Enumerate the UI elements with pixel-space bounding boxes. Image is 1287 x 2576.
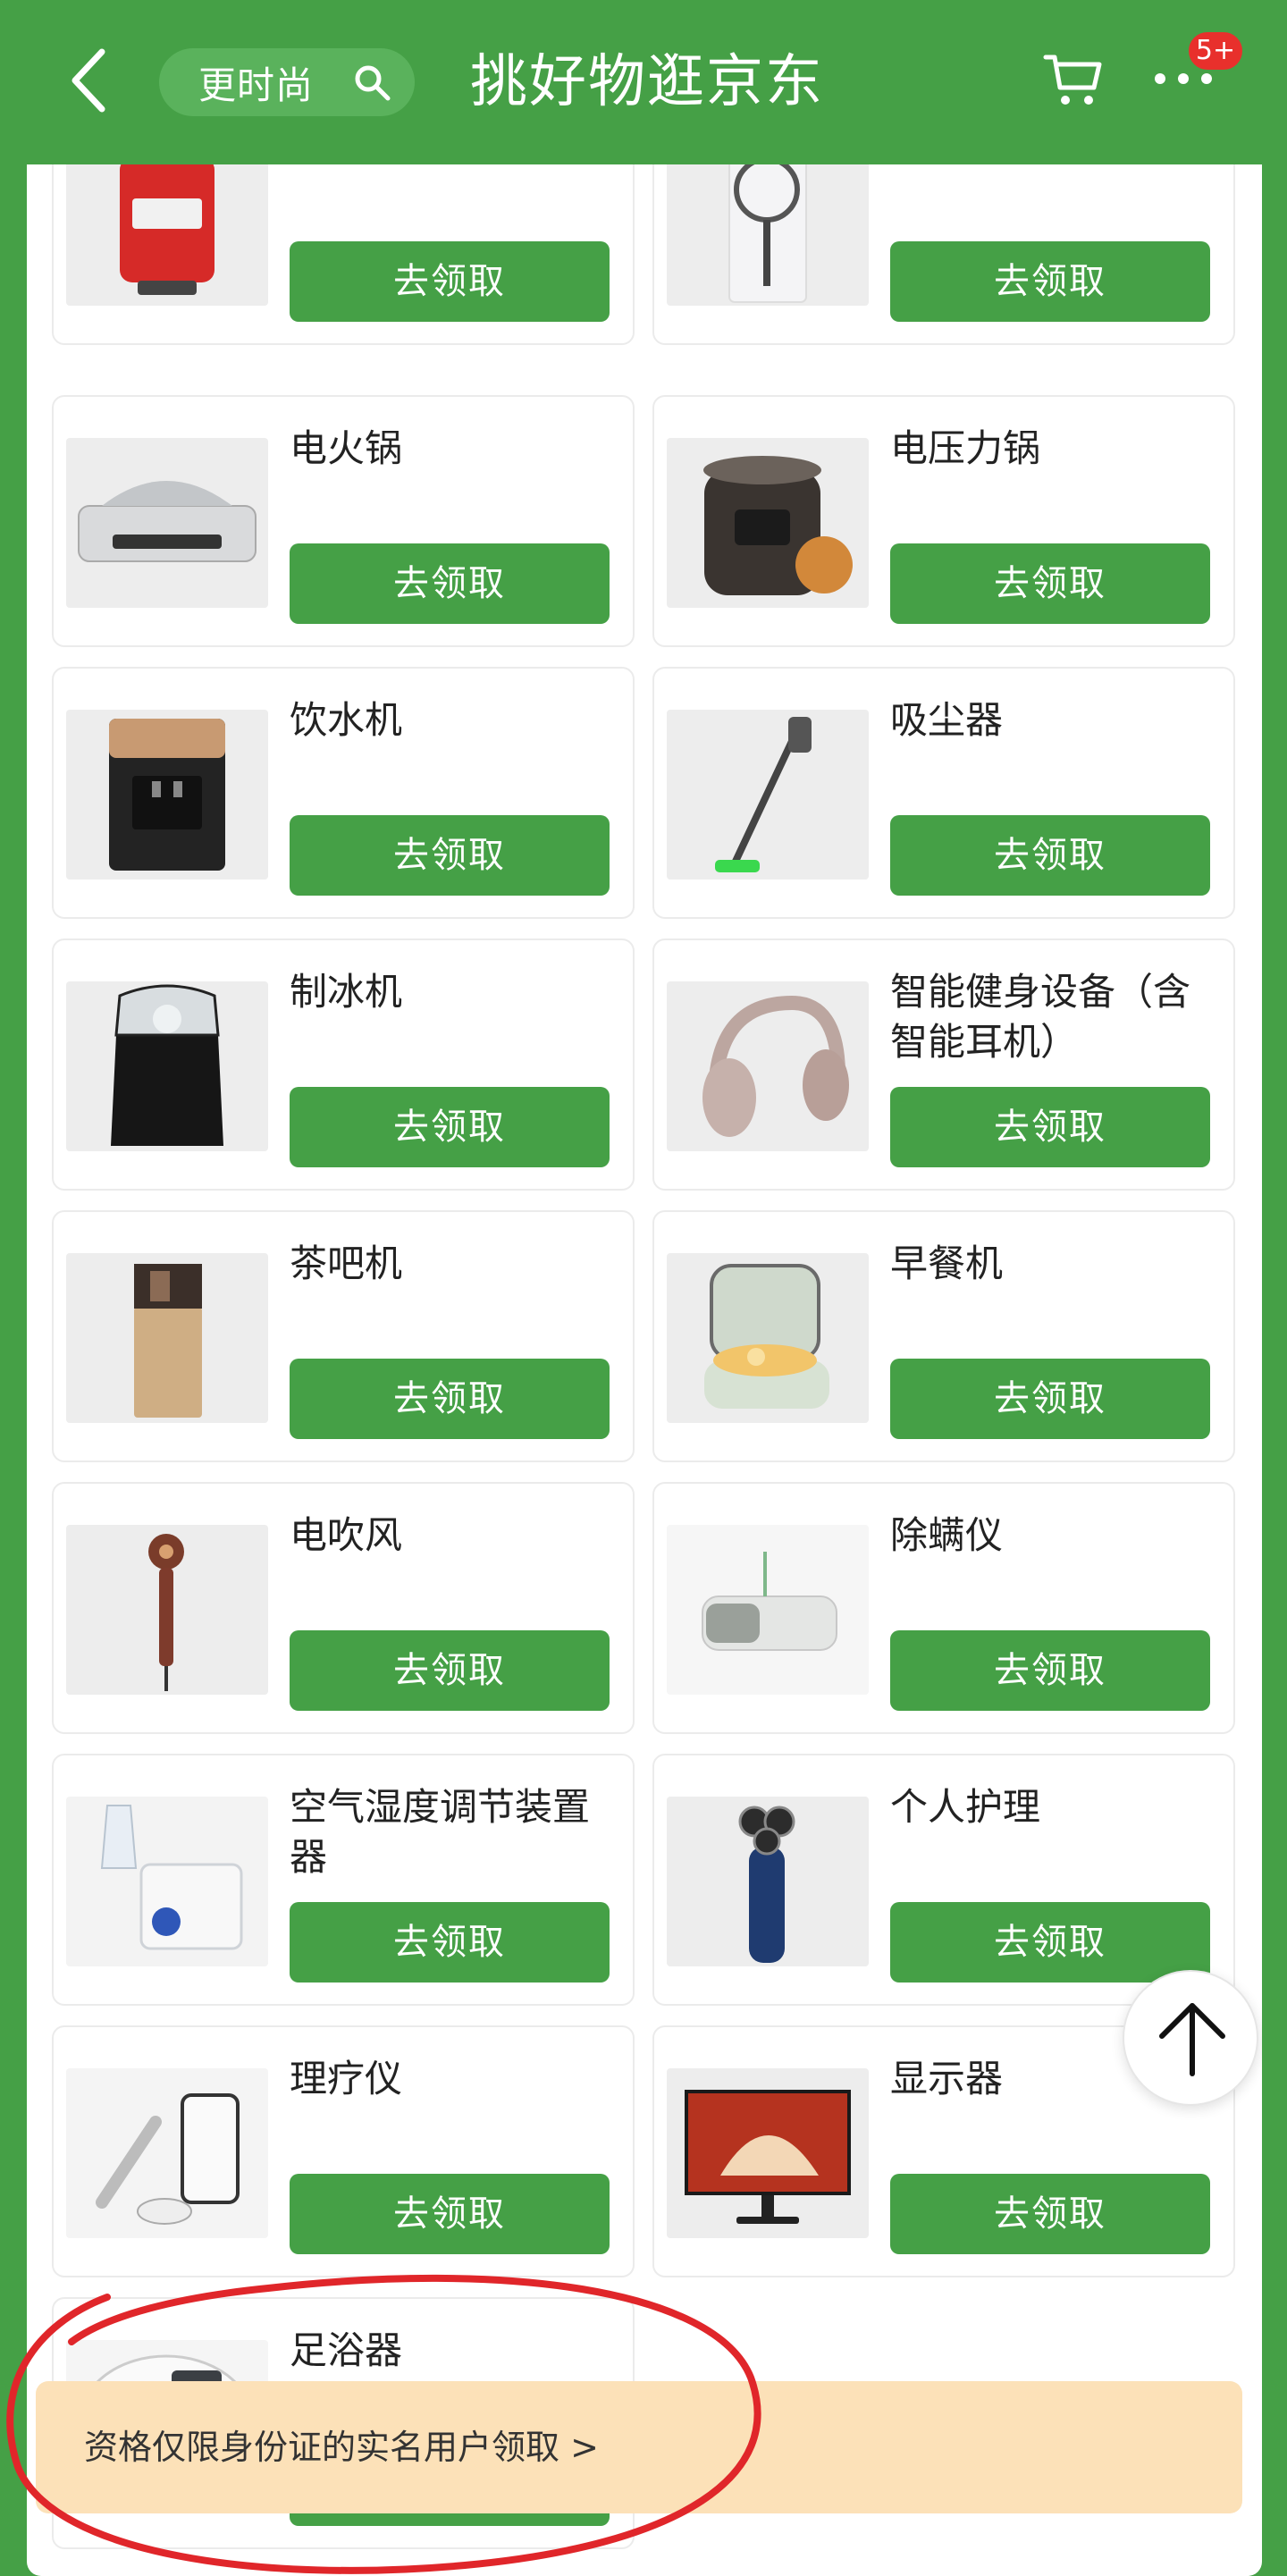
product-name: 除螨仪 [890,1513,1004,1557]
product-card: 早餐机 去领取 [652,1210,1235,1462]
claim-button[interactable]: 去领取 [290,241,610,322]
pressure-cooker-image [667,438,869,608]
product-name: 制冰机 [290,970,403,1014]
headphones-image [667,981,869,1151]
shaver-image [667,1797,869,1966]
cart-badge: 5+ [1185,29,1246,73]
tea-bar-machine-image [66,1253,268,1423]
product-name: 电压力锅 [890,426,1041,470]
search-icon [355,65,391,101]
claim-button[interactable]: 去领取 [290,1087,610,1167]
product-card: 饮水机 去领取 [52,667,635,919]
top-bar: 更时尚 挑好物逛京东 5+ [0,0,1287,164]
search-pill[interactable]: 更时尚 [159,48,415,116]
electric-hotpot-image [66,438,268,608]
product-name: 吸尘器 [890,698,1004,742]
claim-button[interactable]: 去领取 [290,1630,610,1711]
search-label: 更时尚 [198,63,315,107]
product-name: 茶吧机 [290,1242,403,1285]
claim-button[interactable]: 去领取 [290,2174,610,2254]
product-name: 电吹风 [290,1513,403,1557]
eligibility-notice[interactable]: 资格仅限身份证的实名用户领取 > [36,2381,1242,2513]
water-dispenser-image [66,710,268,880]
product-card: 个人护理 去领取 [652,1754,1235,2006]
product-card: 电吹风 去领取 [52,1482,635,1734]
product-card: 除螨仪 去领取 [652,1482,1235,1734]
product-card: 茶吧机 去领取 [52,1210,635,1462]
product-name: 垃圾处理器 [290,164,620,172]
claim-button[interactable]: 去领取 [890,543,1210,624]
humidifier-image [66,1797,268,1966]
cart-icon[interactable] [1042,48,1105,111]
scroll-to-top-button[interactable] [1123,1970,1258,2106]
ice-maker-image [66,981,268,1151]
back-icon[interactable] [63,45,116,116]
physiotherapy-device-image [66,2068,268,2238]
heater-image [667,164,869,306]
claim-button[interactable]: 去领取 [290,543,610,624]
product-name: 饮水机 [290,698,403,742]
product-card: 垃圾处理器 去领取 [52,164,635,345]
claim-button[interactable]: 去领取 [890,1902,1210,1983]
product-name: 个人护理 [890,1785,1041,1829]
page-title: 挑好物逛京东 [470,49,824,115]
product-card: 制冰机 去领取 [52,939,635,1191]
claim-button[interactable]: 去领取 [890,1087,1210,1167]
claim-button[interactable]: 去领取 [290,1902,610,1983]
product-name: 智能健身设备（含智能耳机） [890,970,1191,1064]
product-card: 空气湿度调节装置器 去领取 [52,1754,635,2006]
claim-button[interactable]: 去领取 [890,1359,1210,1439]
product-name: 电火锅 [290,426,403,470]
breakfast-maker-image [667,1253,869,1423]
product-name: 早餐机 [890,1242,1004,1285]
vacuum-cleaner-image [667,710,869,880]
monitor-image [667,2068,869,2238]
claim-button[interactable]: 去领取 [890,815,1210,896]
product-card: 吸尘器 去领取 [652,667,1235,919]
claim-button[interactable]: 去领取 [290,1359,610,1439]
product-card: 智能健身设备（含智能耳机） 去领取 [652,939,1235,1191]
product-card: 理疗仪 去领取 [52,2025,635,2277]
product-card: 电压力锅 去领取 [652,395,1235,647]
claim-button[interactable]: 去领取 [890,241,1210,322]
product-name: 空气湿度调节装置器 [290,1785,591,1879]
claim-button[interactable]: 去领取 [290,815,610,896]
product-name: 足浴器 [290,2328,403,2372]
claim-button[interactable]: 去领取 [890,2174,1210,2254]
hair-dryer-image [66,1525,268,1695]
product-card: 电火锅 去领取 [52,395,635,647]
product-name: 理疗仪 [290,2057,403,2100]
product-name: 取暖器 [890,164,1221,172]
product-panel: 垃圾处理器 去领取 取暖器 去领取 电火锅 去领取 [27,164,1262,2576]
mite-remover-image [667,1525,869,1695]
product-card: 取暖器 去领取 [652,164,1235,345]
garbage-disposer-image [66,164,268,306]
claim-button[interactable]: 去领取 [890,1630,1210,1711]
arrow-up-icon [1159,2003,1225,2076]
